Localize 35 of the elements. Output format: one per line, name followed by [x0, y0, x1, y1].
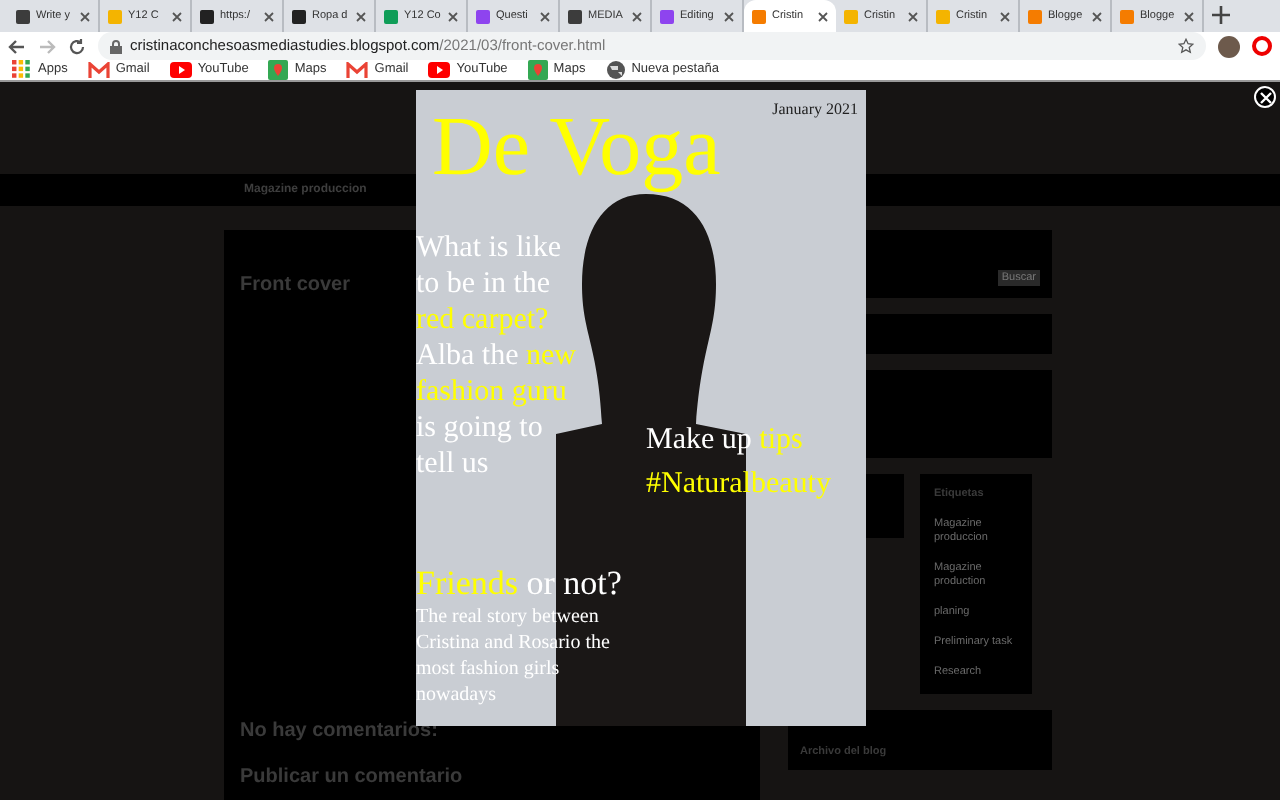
mail-icon — [346, 61, 369, 79]
back-arrow-icon[interactable] — [8, 37, 26, 55]
close-icon — [1259, 91, 1271, 103]
close-icon[interactable] — [818, 11, 828, 21]
cover-masthead: De Voga — [432, 106, 721, 190]
close-icon[interactable] — [448, 11, 458, 21]
lock-icon — [110, 39, 122, 53]
close-icon[interactable] — [632, 11, 642, 21]
close-icon[interactable] — [1184, 11, 1194, 21]
record-icon[interactable] — [1252, 36, 1272, 56]
close-icon[interactable] — [540, 11, 550, 21]
comment-heading: Publicar un comentario — [240, 764, 465, 792]
mail-icon — [87, 61, 110, 79]
close-icon[interactable] — [1092, 11, 1102, 21]
close-icon[interactable] — [356, 11, 366, 21]
cover-line: red carpet? — [416, 302, 551, 338]
close-icon[interactable] — [264, 11, 274, 21]
close-button[interactable] — [1254, 86, 1276, 108]
map-pin-icon — [527, 60, 548, 80]
close-icon[interactable] — [908, 11, 918, 21]
close-icon[interactable] — [172, 11, 182, 21]
star-icon[interactable] — [1178, 38, 1194, 54]
profile-avatar-icon[interactable] — [1218, 35, 1240, 57]
globe-icon — [605, 60, 626, 80]
cover-line: fashion guru — [416, 374, 569, 410]
comments-heading: No hay comentarios: — [240, 718, 440, 746]
cover-date: January 2021 — [772, 98, 858, 122]
post-title: Front cover — [240, 272, 351, 300]
close-icon[interactable] — [724, 11, 734, 21]
map-pin-icon — [268, 60, 289, 80]
reload-icon[interactable] — [68, 37, 86, 55]
close-icon[interactable] — [1000, 11, 1010, 21]
close-icon[interactable] — [80, 11, 90, 21]
apps-grid-icon — [12, 60, 32, 80]
new-tab-icon[interactable] — [1212, 6, 1230, 24]
